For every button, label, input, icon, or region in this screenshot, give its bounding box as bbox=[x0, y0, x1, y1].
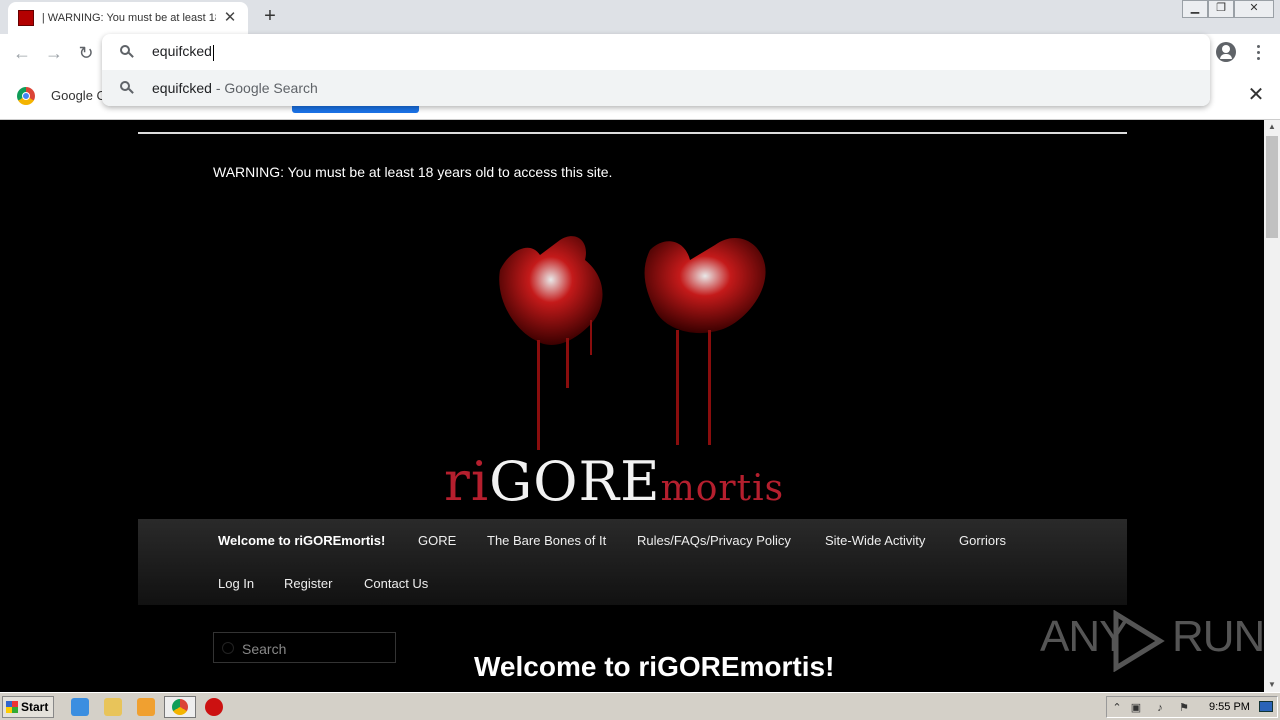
search-placeholder: Search bbox=[242, 641, 287, 657]
windows-flag-icon bbox=[6, 701, 18, 713]
ie-icon[interactable] bbox=[71, 698, 89, 716]
nav-bare-bones[interactable]: The Bare Bones of It bbox=[487, 533, 606, 548]
show-desktop-icon[interactable] bbox=[1259, 701, 1273, 712]
media-player-icon[interactable] bbox=[137, 698, 155, 716]
scroll-down-icon[interactable]: ▼ bbox=[1264, 678, 1280, 692]
forward-arrow-icon[interactable]: → bbox=[42, 42, 66, 64]
nav-register[interactable]: Register bbox=[284, 576, 332, 591]
suggestion-suffix: - Google Search bbox=[211, 80, 318, 96]
new-tab-icon[interactable]: + bbox=[260, 6, 280, 26]
tray-expand-icon[interactable]: ⌃ bbox=[1110, 701, 1124, 715]
anyrun-watermark: ANY RUN bbox=[1040, 610, 1264, 672]
window-close-icon[interactable]: ✕ bbox=[1234, 0, 1274, 18]
profile-icon[interactable] bbox=[1216, 42, 1236, 62]
scroll-thumb[interactable] bbox=[1266, 136, 1278, 238]
kebab-menu-icon[interactable] bbox=[1252, 42, 1264, 62]
omnibox-input-row[interactable]: equifcked bbox=[102, 34, 1210, 70]
infobar-text: Google Cl bbox=[51, 88, 109, 103]
nav-login[interactable]: Log In bbox=[218, 576, 254, 591]
explorer-icon[interactable] bbox=[104, 698, 122, 716]
divider bbox=[138, 132, 1127, 134]
taskbar: Start ⌃ ▣ ♪ ⚑ 9:55 PM bbox=[0, 692, 1280, 720]
tab-title: | WARNING: You must be at least 18 bbox=[41, 12, 217, 24]
minimize-icon[interactable]: ▁ bbox=[1182, 0, 1208, 18]
nav-activity[interactable]: Site-Wide Activity bbox=[825, 533, 925, 548]
search-icon bbox=[222, 642, 234, 654]
clock[interactable]: 9:55 PM bbox=[1209, 701, 1250, 713]
volume-icon[interactable]: ♪ bbox=[1153, 701, 1167, 715]
nav-gore[interactable]: GORE bbox=[418, 533, 456, 548]
search-icon bbox=[120, 45, 134, 59]
chrome-logo-icon bbox=[17, 87, 35, 105]
page-title: Welcome to riGOREmortis! bbox=[474, 651, 835, 682]
site-favicon-icon bbox=[18, 10, 34, 26]
infobar-close-icon[interactable]: ✕ bbox=[1246, 84, 1266, 106]
age-warning: WARNING: You must be at least 18 years o… bbox=[213, 164, 613, 180]
site-logo-wordmark[interactable]: riGOREmortis bbox=[444, 450, 784, 513]
nav-rules[interactable]: Rules/FAQs/Privacy Policy bbox=[637, 533, 791, 548]
suggestion-query: equifcked bbox=[152, 80, 212, 96]
omnibox-input[interactable]: equifcked bbox=[152, 43, 214, 61]
tab-strip: | WARNING: You must be at least 18 ✕ + ▁… bbox=[0, 0, 1280, 34]
nav-gorriors[interactable]: Gorriors bbox=[959, 533, 1006, 548]
page-content: WARNING: You must be at least 18 years o… bbox=[0, 120, 1264, 692]
opera-icon[interactable] bbox=[205, 698, 223, 716]
chrome-taskbar-button[interactable] bbox=[164, 696, 196, 718]
page-scrollbar[interactable]: ▲ ▼ bbox=[1264, 120, 1280, 692]
network-icon[interactable]: ▣ bbox=[1129, 701, 1143, 715]
chrome-icon bbox=[172, 699, 188, 715]
restore-icon[interactable]: ❐ bbox=[1208, 0, 1234, 18]
nav-contact[interactable]: Contact Us bbox=[364, 576, 428, 591]
action-center-flag-icon[interactable]: ⚑ bbox=[1177, 701, 1191, 715]
back-arrow-icon[interactable]: ← bbox=[10, 42, 34, 64]
main-nav: Welcome to riGOREmortis! GORE The Bare B… bbox=[138, 519, 1127, 605]
close-tab-icon[interactable]: ✕ bbox=[222, 10, 238, 26]
scroll-up-icon[interactable]: ▲ bbox=[1264, 120, 1280, 134]
site-search-input[interactable]: Search bbox=[213, 632, 396, 663]
reload-icon[interactable]: ↻ bbox=[74, 42, 98, 64]
omnibox-dropdown: equifcked equifcked - Google Search bbox=[102, 34, 1210, 106]
start-button[interactable]: Start bbox=[2, 696, 54, 718]
system-tray: ⌃ ▣ ♪ ⚑ bbox=[1106, 696, 1278, 718]
omnibox-suggestion[interactable]: equifcked - Google Search bbox=[102, 70, 1210, 106]
nav-welcome[interactable]: Welcome to riGOREmortis! bbox=[218, 533, 385, 548]
browser-tab[interactable]: | WARNING: You must be at least 18 ✕ bbox=[8, 2, 248, 34]
play-icon bbox=[1113, 610, 1165, 672]
search-icon bbox=[120, 81, 134, 95]
